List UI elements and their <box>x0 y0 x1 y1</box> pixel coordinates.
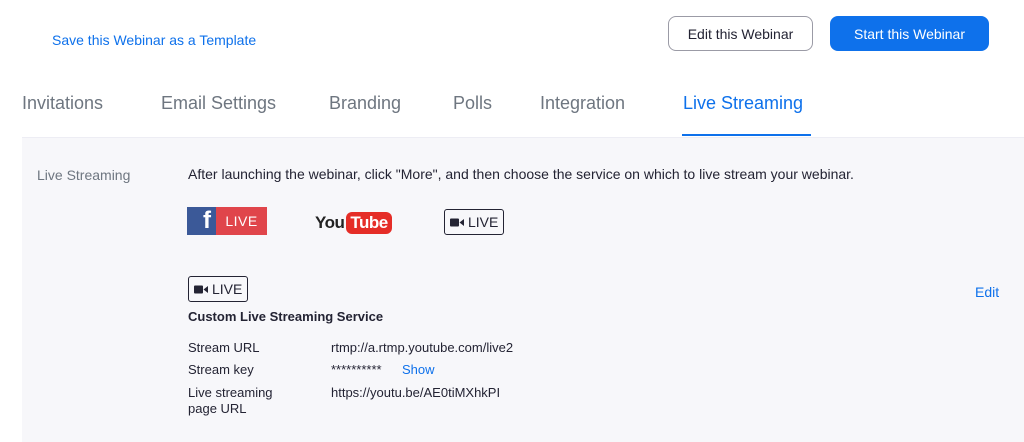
youtube-logo-you: You <box>315 213 345 232</box>
tab-divider <box>22 137 1024 138</box>
stream-url-label: Stream URL <box>188 340 260 355</box>
configured-service-logo: LIVE <box>188 276 249 302</box>
custom-live-label: LIVE <box>468 214 499 230</box>
active-tab-indicator <box>682 134 811 136</box>
page-url-label: Live streaming page URL <box>188 385 273 417</box>
edit-live-stream-link[interactable]: Edit <box>975 284 999 300</box>
facebook-live-logo: f LIVE <box>187 207 267 235</box>
facebook-live-label: LIVE <box>216 207 267 235</box>
facebook-icon: f <box>187 207 216 235</box>
section-background <box>22 138 1024 442</box>
instructions-text: After launching the webinar, click "More… <box>188 166 854 182</box>
video-camera-icon <box>194 285 208 294</box>
start-webinar-button[interactable]: Start this Webinar <box>830 16 989 51</box>
youtube-logo: You Tube <box>315 210 392 236</box>
show-stream-key-link[interactable]: Show <box>402 362 435 377</box>
stream-key-value: ********** <box>331 362 382 377</box>
tab-live-streaming[interactable]: Live Streaming <box>683 93 803 114</box>
configured-service-live-label: LIVE <box>212 281 243 297</box>
tab-integration[interactable]: Integration <box>540 93 625 114</box>
video-camera-icon <box>450 218 464 227</box>
youtube-logo-tube: Tube <box>346 212 392 234</box>
tab-bar: Invitations Email Settings Branding Poll… <box>22 90 1024 137</box>
service-name: Custom Live Streaming Service <box>188 309 384 324</box>
tab-invitations[interactable]: Invitations <box>22 93 103 114</box>
page-url-value: https://youtu.be/AE0tiMXhkPI <box>331 385 501 400</box>
tab-branding[interactable]: Branding <box>329 93 401 114</box>
stream-url-value: rtmp://a.rtmp.youtube.com/live2 <box>331 340 514 355</box>
page-url-label-line1: Live streaming <box>188 385 273 400</box>
stream-key-label: Stream key <box>188 362 254 377</box>
custom-live-logo: LIVE <box>444 209 505 235</box>
tab-email-settings[interactable]: Email Settings <box>161 93 276 114</box>
save-as-template-link[interactable]: Save this Webinar as a Template <box>52 32 256 48</box>
page-url-label-line2: page URL <box>188 401 247 416</box>
tab-polls[interactable]: Polls <box>453 93 492 114</box>
section-label: Live Streaming <box>37 167 131 183</box>
edit-webinar-button[interactable]: Edit this Webinar <box>668 16 813 51</box>
